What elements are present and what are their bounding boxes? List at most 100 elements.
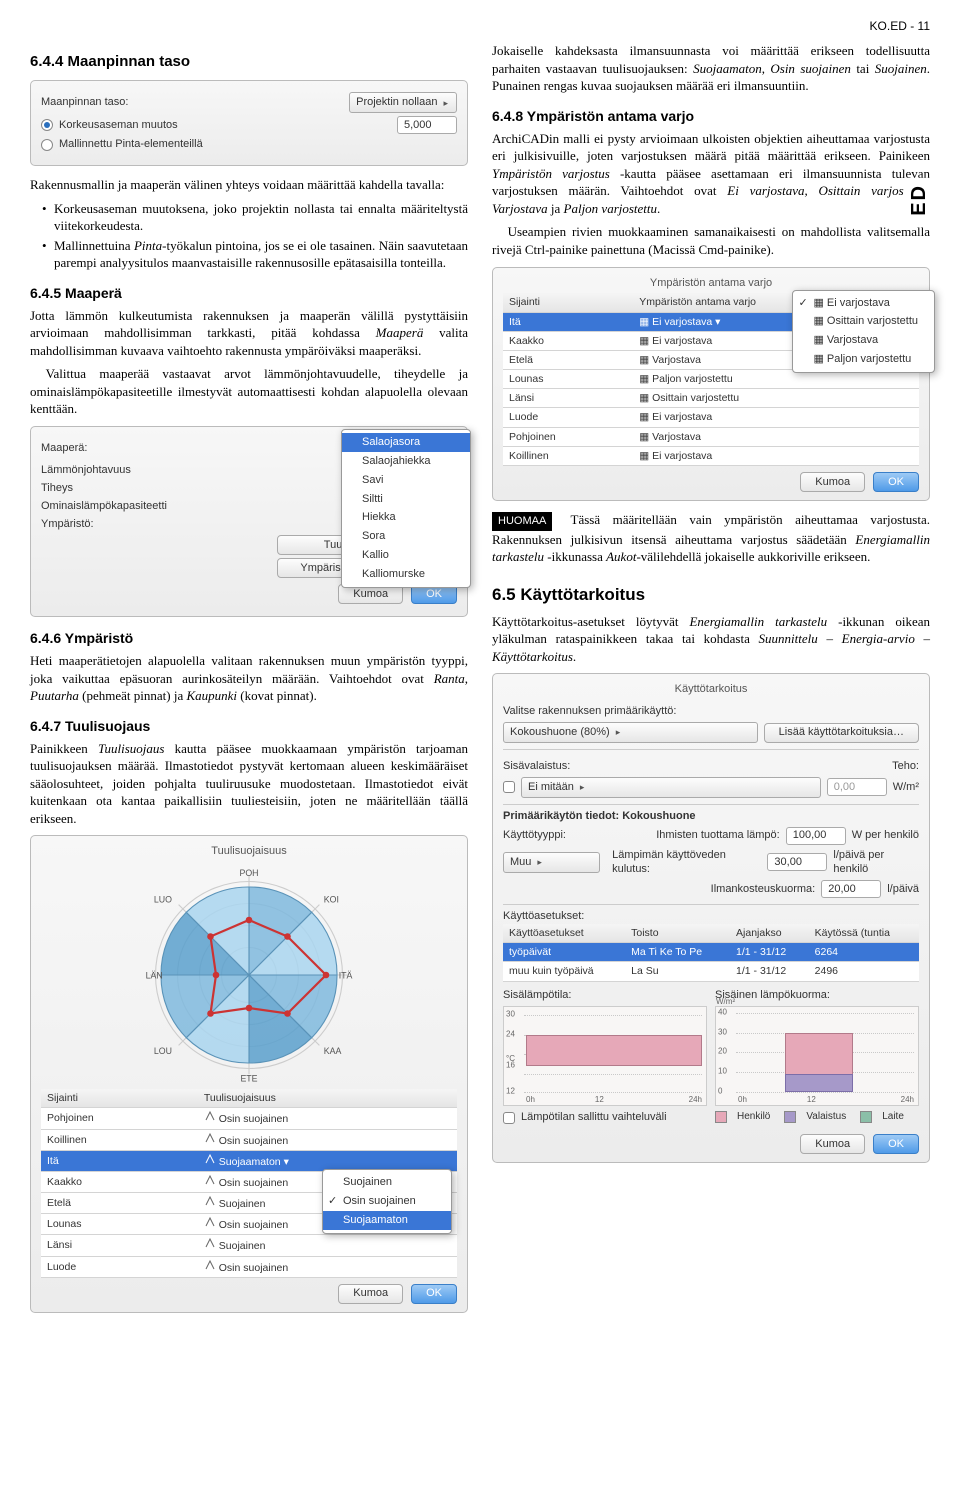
svg-text:LOU: LOU (154, 1046, 172, 1056)
label-ktyyppi: Käyttötyyppi: (503, 828, 566, 843)
button-ok-varjo[interactable]: OK (873, 472, 919, 492)
panel-maapera: Maaperä: Salaojasora Lämmönjohtavuus1.40… (30, 426, 468, 617)
menu-varjo-options[interactable]: ✓▦ Ei varjostava ▦ Osittain varjostettu … (792, 290, 935, 373)
mi-ei-varjostava[interactable]: ✓▦ Ei varjostava (793, 294, 934, 313)
svg-text:ITÄ: ITÄ (339, 971, 353, 981)
p-648-1: ArchiCADin malli ei pysty arvioimaan ulk… (492, 130, 930, 218)
checkbox-sisavalaistus[interactable] (503, 781, 515, 793)
p-right-intro: Jokaiselle kahdeksasta ilmansuunnasta vo… (492, 42, 930, 95)
polar-chart: POH KOI ITÄ KAA ETE LOU LÄN LUO (139, 865, 359, 1085)
button-kumoa-varjo[interactable]: Kumoa (800, 472, 865, 492)
p-648-2: Useampien rivien muokkaaminen samanaikai… (492, 223, 930, 258)
radio-korkeusasema-label: Korkeusaseman muutos (59, 118, 178, 133)
heading-647: 6.4.7 Tuulisuojaus (30, 717, 468, 736)
label-lkv: Lämpimän käyttöveden kulutus: (612, 848, 761, 878)
mi-osittain[interactable]: ▦ Osittain varjostettu (793, 312, 934, 331)
radio-mallinnettu[interactable] (41, 139, 53, 151)
table-row[interactable]: työpäivätMa Ti Ke To Pe1/1 - 31/126264 (503, 943, 919, 962)
table-row[interactable]: Länsi Suojainen (41, 1235, 457, 1256)
label-ihmisten: Ihmisten tuottama lämpö: (656, 828, 780, 843)
field-teho[interactable]: 0,00 (827, 778, 887, 796)
p-644-intro: Rakennusmallin ja maaperän välinen yhtey… (30, 176, 468, 194)
p-647: Painikkeen Tuulisuojaus kautta pääsee mu… (30, 740, 468, 828)
svg-text:POH: POH (239, 868, 258, 878)
svg-text:ETE: ETE (240, 1074, 257, 1084)
unit-lp: l/päivä (887, 882, 919, 897)
panel-tuuli-title: Tuulisuojaisuus (41, 844, 457, 861)
mi-siltti[interactable]: Siltti (342, 490, 470, 509)
mi-kalliomurske[interactable]: Kalliomurske (342, 565, 470, 584)
label-sisavalaistus: Sisävalaistus: (503, 759, 570, 774)
unit-wm2: W/m² (893, 780, 919, 795)
mi-kallio[interactable]: Kallio (342, 546, 470, 565)
table-row[interactable]: muu kuin työpäiväLa Su1/1 - 31/122496 (503, 962, 919, 981)
label-maapera: Maaperä: (41, 441, 87, 456)
mi-savi[interactable]: Savi (342, 471, 470, 490)
heading-645: 6.4.5 Maaperä (30, 284, 468, 303)
button-lisaa-kaytto[interactable]: Lisää käyttötarkoituksia… (764, 723, 919, 743)
button-kumoa-kt[interactable]: Kumoa (800, 1134, 865, 1154)
mi-suojainen[interactable]: Suojainen (323, 1173, 451, 1192)
field-lkv[interactable]: 30,00 (767, 853, 827, 871)
table-row[interactable]: Koillinen Osin suojainen (41, 1129, 457, 1150)
mi-paljon[interactable]: ▦ Paljon varjostettu (793, 350, 934, 369)
dropdown-ei-mitaan[interactable]: Ei mitään (521, 777, 821, 798)
table-row[interactable]: Itä Suojaamaton ▾ (41, 1150, 457, 1171)
table-row[interactable]: Pohjoinen▦ Varjostava (503, 427, 919, 446)
svg-text:LUO: LUO (154, 895, 172, 905)
label-ymparisto: Ympäristö: (41, 517, 94, 532)
panel-tuulisuojaisuus: Tuulisuojaisuus (30, 835, 468, 1312)
mi-osin-suojainen[interactable]: ✓Osin suojainen (323, 1192, 451, 1211)
dropdown-taso[interactable]: Projektin nollaan (349, 92, 457, 113)
mi-salaojasora[interactable]: Salaojasora (342, 433, 470, 452)
mi-sora[interactable]: Sora (342, 527, 470, 546)
label-taso: Maanpinnan taso: (41, 95, 128, 110)
field-ilmankosteus[interactable]: 20,00 (821, 880, 881, 898)
menu-tuuli-options[interactable]: Suojainen ✓Osin suojainen Suojaamaton (322, 1169, 452, 1234)
p-645-2: Valittua maaperää vastaavat arvot lämmön… (30, 365, 468, 418)
heading-65: 6.5 Käyttötarkoitus (492, 584, 930, 607)
field-ihmisten[interactable]: 100,00 (786, 827, 846, 845)
panel-maanpinnan-taso: Maanpinnan taso: Projektin nollaan Korke… (30, 80, 468, 166)
button-kumoa-tuuli[interactable]: Kumoa (338, 1284, 403, 1304)
mi-varjostava[interactable]: ▦ Varjostava (793, 331, 934, 350)
svg-text:KAA: KAA (324, 1046, 342, 1056)
panel-kt-title: Käyttötarkoitus (503, 682, 919, 701)
heading-644: 6.4.4 Maanpinnan taso (30, 52, 468, 72)
side-tab: ED (904, 178, 935, 222)
table-row[interactable]: Luode▦ Ei varjostava (503, 408, 919, 427)
mi-salaojahiekka[interactable]: Salaojahiekka (342, 452, 470, 471)
svg-text:LÄN: LÄN (146, 971, 163, 981)
heading-646: 6.4.6 Ympäristö (30, 629, 468, 648)
label-kayttoasetukset: Käyttöasetukset: (503, 910, 584, 922)
label-ilmankosteus: Ilmankosteuskuorma: (711, 882, 816, 897)
label-valitse-kaytto: Valitse rakennuksen primäärikäyttö: (503, 704, 676, 719)
chk-vaihteluvali[interactable] (503, 1112, 515, 1124)
chart-lampokuorma: 403020100 W/m² 0h1224h (715, 1006, 919, 1106)
label-primaari: Primäärikäytön tiedot: Kokoushuone (503, 810, 696, 822)
p-646: Heti maaperätietojen alapuolella valitaa… (30, 652, 468, 705)
table-row[interactable]: Länsi▦ Osittain varjostettu (503, 389, 919, 408)
button-ok-tuuli[interactable]: OK (411, 1284, 457, 1304)
heading-648: 6.4.8 Ympäristön antama varjo (492, 107, 930, 126)
field-korkeus-value[interactable]: 5,000 (397, 116, 457, 134)
radio-mallinnettu-label: Mallinnettu Pinta-elementeillä (59, 137, 203, 152)
radio-korkeusasema[interactable] (41, 119, 53, 131)
note-tag: HUOMAA (492, 512, 552, 531)
dropdown-muu[interactable]: Muu (503, 852, 600, 873)
menu-maapera-options[interactable]: Salaojasora Salaojahiekka Savi Siltti Hi… (341, 429, 471, 588)
table-row[interactable]: Koillinen▦ Ei varjostava (503, 446, 919, 465)
unit-wph: W per henkilö (852, 828, 919, 843)
unit-lpph: l/päivä per henkilö (833, 848, 919, 878)
table-row[interactable]: Luode Osin suojainen (41, 1256, 457, 1277)
dropdown-kaytto[interactable]: Kokoushuone (80%) (503, 722, 758, 743)
button-ok-kt[interactable]: OK (873, 1134, 919, 1154)
chart-sisalampotila: 30241612 °C 0h1224h (503, 1006, 707, 1106)
panel-ymparisto-varjo: Ympäristön antama varjo SijaintiYmpärist… (492, 267, 930, 501)
p-65: Käyttötarkoitus-asetukset löytyvät Energ… (492, 613, 930, 666)
table-kset: KäyttöasetuksetToistoAjanjaksoKäytössä (… (503, 924, 919, 982)
table-row[interactable]: Pohjoinen Osin suojainen (41, 1108, 457, 1129)
mi-hiekka[interactable]: Hiekka (342, 508, 470, 527)
label-sisalampo: Sisälämpötila: (503, 989, 571, 1001)
mi-suojaamaton[interactable]: Suojaamaton (323, 1211, 451, 1230)
